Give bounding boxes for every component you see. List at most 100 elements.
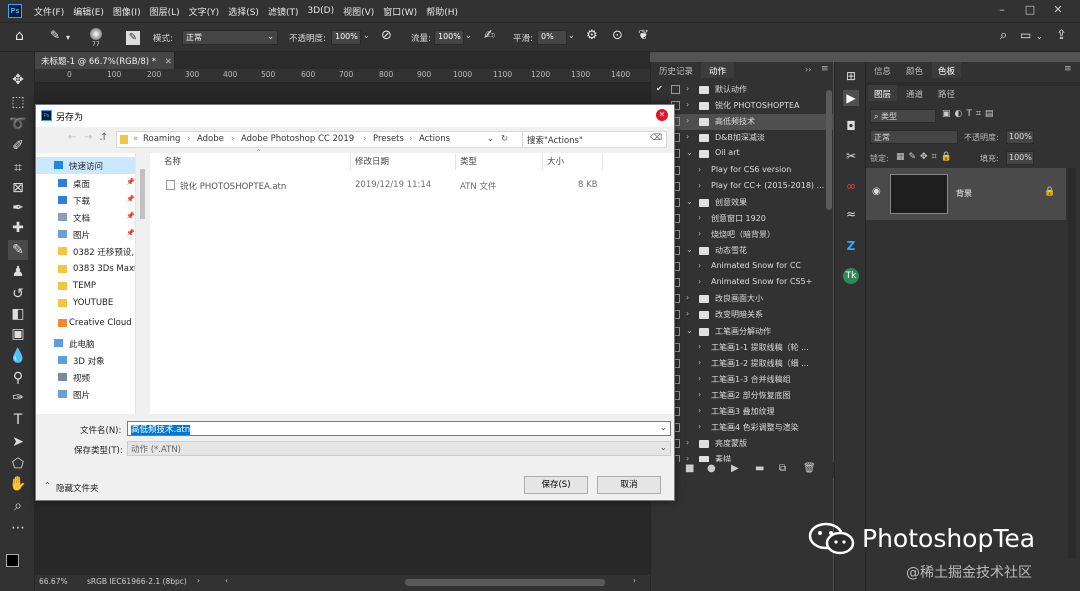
menu-help[interactable]: 帮助(H) <box>426 5 458 18</box>
trash-icon[interactable]: 🗑 <box>803 463 816 474</box>
plugin-icon[interactable]: ∞ <box>843 178 859 194</box>
chevron-right-icon[interactable]: › <box>698 406 701 415</box>
chevron-right-icon[interactable]: › <box>698 342 701 351</box>
breadcrumb-photoshop[interactable]: Adobe Photoshop CC 2019 <box>241 134 354 144</box>
marquee-tool-icon[interactable]: ⬚ <box>8 92 28 112</box>
pressure-size-icon[interactable]: ⊙ <box>612 28 623 43</box>
breadcrumb-actions[interactable]: Actions <box>419 134 450 144</box>
horizontal-scrollbar[interactable] <box>405 579 605 586</box>
action-set[interactable]: › D&B加深减淡 <box>651 130 834 146</box>
brush-settings-icon[interactable]: ✎ <box>126 31 140 45</box>
chevron-right-icon[interactable]: › <box>698 374 701 383</box>
chevron-right-icon[interactable]: › <box>686 309 689 318</box>
zoom-tool-icon[interactable]: ⌕ <box>8 496 28 516</box>
action-set[interactable]: › 高低频技术 <box>651 114 834 131</box>
path-select-tool-icon[interactable]: ➤ <box>8 432 28 452</box>
chevron-right-icon[interactable]: › <box>686 100 689 109</box>
crop-tool-icon[interactable]: ⌗ <box>8 158 28 178</box>
action-item[interactable]: › Play for CC+ (2015-2018) ... <box>651 179 834 195</box>
tab-color[interactable]: 颜色 <box>900 62 929 78</box>
layer-row[interactable]: ◉ 背景 🔒 <box>866 168 1066 220</box>
chevron-down-icon[interactable]: ⌄ <box>465 31 472 40</box>
filename-input[interactable]: 高低频技术.atn ⌄ <box>127 421 671 436</box>
dialog-toggle-icon[interactable] <box>671 85 680 94</box>
nav-item[interactable]: 文档 📌 <box>36 209 135 226</box>
forward-arrow-icon[interactable]: → <box>84 132 92 143</box>
panel-collapse-icon[interactable]: ›› <box>805 65 811 74</box>
action-set[interactable]: › 改良画面大小 <box>651 291 834 307</box>
tk-plugin-icon[interactable]: Tk <box>843 268 859 284</box>
tools-preset-icon[interactable]: ✂ <box>843 148 859 164</box>
refresh-icon[interactable]: ↻ <box>501 134 508 144</box>
layer-filter-icons[interactable]: ▣◐T⌗▤ <box>942 109 997 119</box>
blur-tool-icon[interactable]: 💧 <box>8 346 28 366</box>
quick-select-tool-icon[interactable]: ✐ <box>8 136 28 156</box>
chevron-down-icon[interactable]: ⌄ <box>1036 32 1043 41</box>
history-brush-tool-icon[interactable]: ↺ <box>8 284 28 304</box>
action-set[interactable]: ⌄ Oil art <box>651 146 834 162</box>
workspace-icon[interactable]: ▭ <box>1020 28 1031 42</box>
chevron-right-icon[interactable]: › <box>686 293 689 302</box>
menu-type[interactable]: 文字(Y) <box>189 5 220 18</box>
frame-tool-icon[interactable]: ⊠ <box>8 178 28 198</box>
action-set[interactable]: › 改变明暗关系 <box>651 307 834 323</box>
chevron-right-icon[interactable]: › <box>197 576 200 585</box>
menu-window[interactable]: 窗口(W) <box>383 5 417 18</box>
chevron-right-icon[interactable]: › <box>698 165 701 174</box>
nav-item[interactable]: 下载 📌 <box>36 192 135 209</box>
table-row[interactable]: 锐化 PHOTOSHOPTEA.atn 2019/12/19 11:14 ATN… <box>150 177 674 193</box>
breadcrumb-adobe[interactable]: Adobe <box>197 134 224 144</box>
stamp-tool-icon[interactable]: ♟ <box>8 262 28 282</box>
action-item[interactable]: › 工笔画1-3 合并线稿组 <box>651 372 834 388</box>
new-set-icon[interactable]: ▬ <box>755 463 764 474</box>
blend-mode-select[interactable]: 正常 <box>870 130 958 144</box>
share-icon[interactable]: ⇪ <box>1056 28 1067 43</box>
mode-select[interactable]: 正常 ⌄ <box>182 30 278 45</box>
chevron-down-icon[interactable]: ⌄ <box>686 326 693 335</box>
chevron-right-icon[interactable]: › <box>633 576 636 585</box>
chevron-down-icon[interactable]: ⌄ <box>487 134 494 144</box>
menu-select[interactable]: 选择(S) <box>228 5 259 18</box>
action-item[interactable]: › Animated Snow for CS5+ <box>651 275 834 291</box>
chevron-right-icon[interactable]: › <box>686 438 689 447</box>
panel-menu-icon[interactable]: ≡ <box>1064 64 1072 74</box>
menu-view[interactable]: 视图(V) <box>343 5 374 18</box>
action-set[interactable]: ✔ › 默认动作 <box>651 82 834 98</box>
more-tools-icon[interactable]: ⋯ <box>8 518 28 538</box>
tab-layers[interactable]: 图层 <box>868 85 898 101</box>
brush-tool-icon[interactable]: ✎ <box>8 240 28 260</box>
pin-icon[interactable]: 📌 <box>126 229 135 237</box>
nav-item[interactable]: 0382 迁移预设, <box>36 243 135 260</box>
gradient-tool-icon[interactable]: ▣ <box>8 324 28 344</box>
chevron-down-icon[interactable]: ⌄ <box>686 197 693 206</box>
stop-icon[interactable]: ■ <box>685 463 694 474</box>
action-set[interactable]: › 锐化 PHOTOSHOPTEA <box>651 98 834 114</box>
chevron-right-icon[interactable]: › <box>686 132 689 141</box>
tab-channels[interactable]: 通道 <box>900 85 929 101</box>
type-tool-icon[interactable]: T <box>8 410 28 430</box>
layers-scrollbar[interactable] <box>1068 168 1076 558</box>
nav-item[interactable]: TEMP <box>36 278 135 295</box>
chevron-right-icon[interactable]: › <box>698 390 701 399</box>
action-set[interactable]: › 亮度蒙版 <box>651 436 834 452</box>
nav-item[interactable]: 此电脑 <box>36 335 135 352</box>
lock-icons[interactable]: ▦✎✥⌗🔒 <box>896 152 956 162</box>
nav-item[interactable]: 图片 📌 <box>36 226 135 243</box>
back-arrow-icon[interactable]: ← <box>68 132 76 143</box>
breadcrumb-roaming[interactable]: Roaming <box>143 134 180 144</box>
chevron-right-icon[interactable]: › <box>698 213 701 222</box>
gear-icon[interactable]: ⚙ <box>586 28 598 43</box>
nav-item[interactable]: 快速访问 <box>36 157 135 174</box>
eraser-tool-icon[interactable]: ◧ <box>8 304 28 324</box>
menu-file[interactable]: 文件(F) <box>34 5 64 18</box>
hide-folders-toggle[interactable]: 隐藏文件夹 <box>56 482 99 494</box>
chevron-right-icon[interactable]: › <box>686 84 689 93</box>
column-separator[interactable] <box>602 153 603 170</box>
actions-scrollbar[interactable] <box>826 90 832 210</box>
nav-scroll-thumb[interactable] <box>140 169 145 219</box>
eyedropper-tool-icon[interactable]: ✒ <box>8 198 28 218</box>
chevron-down-icon[interactable]: ▾ <box>66 33 70 42</box>
chevron-right-icon[interactable]: › <box>698 181 701 190</box>
action-item[interactable]: › 工笔画4 色彩调整与渲染 <box>651 420 834 436</box>
airbrush-icon[interactable]: ✍ <box>484 28 495 43</box>
